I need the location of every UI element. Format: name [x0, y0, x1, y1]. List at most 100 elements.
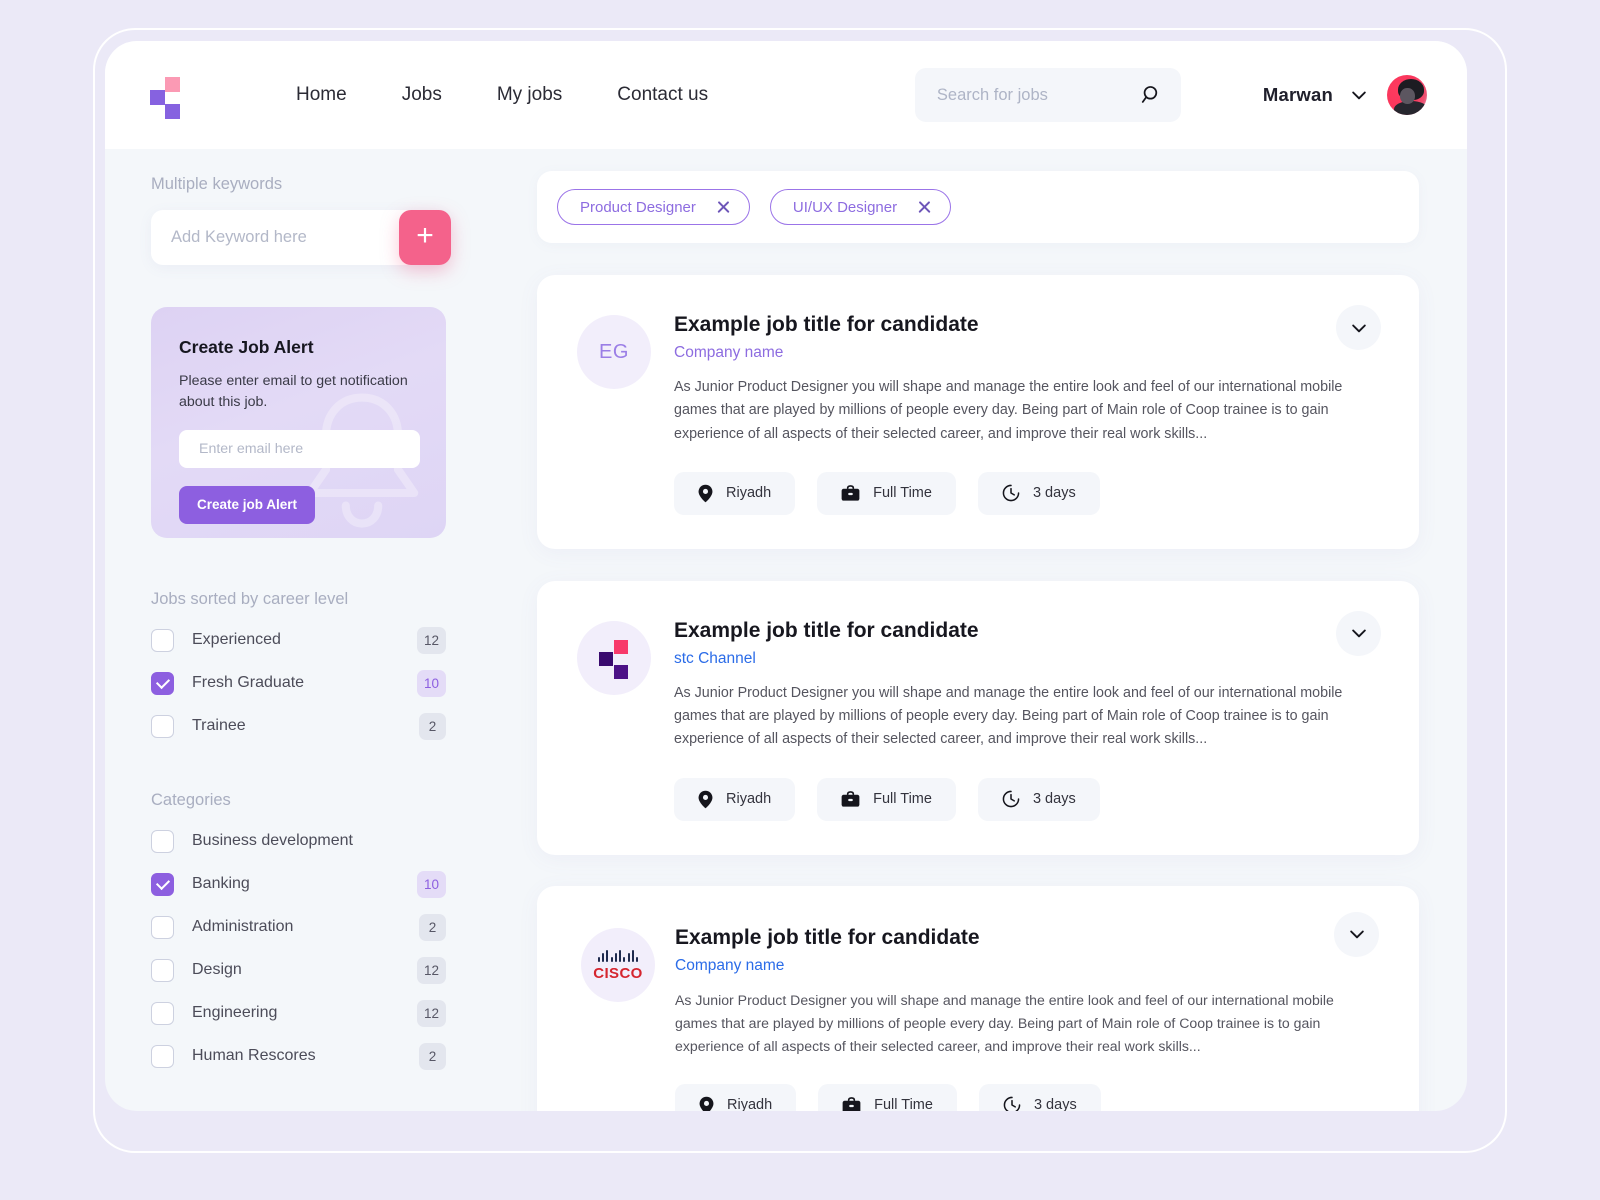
filter-count-badge: 12	[416, 999, 446, 1027]
job-card-body: Example job title for candidate Company …	[655, 924, 1369, 1111]
company-name-link[interactable]: Company name	[675, 957, 1369, 975]
company-logo: EG	[577, 315, 651, 389]
job-card-body: Example job title for candidate stc Chan…	[651, 617, 1364, 821]
stc-logo-icon	[597, 639, 631, 679]
filter-tag-label: UI/UX Designer	[792, 198, 898, 216]
career-level-label: Jobs sorted by career level	[151, 590, 349, 608]
job-meta-chips: Riyadh Full Time 3 days	[674, 777, 1364, 821]
job-card[interactable]: EG Example job title for candidate Compa…	[537, 275, 1419, 549]
chip-location[interactable]: Riyadh	[674, 471, 796, 515]
create-job-alert-card: Create Job Alert Please enter email to g…	[151, 307, 446, 538]
filter-count-badge: 10	[416, 669, 446, 697]
job-card[interactable]: CISCO Example job title for candidate Co…	[537, 885, 1419, 1111]
filter-row-administration[interactable]: Administration 2	[151, 912, 446, 942]
close-icon[interactable]	[716, 200, 731, 215]
chip-location[interactable]: Riyadh	[674, 777, 796, 821]
checkbox-fresh-graduate[interactable]	[151, 671, 174, 695]
chip-location[interactable]: Riyadh	[675, 1083, 797, 1111]
job-card[interactable]: Example job title for candidate stc Chan…	[537, 580, 1419, 855]
search-box[interactable]: Search for jobs	[914, 68, 1181, 122]
chip-posted-time[interactable]: 3 days	[978, 1083, 1101, 1111]
add-keyword-button[interactable]: +	[399, 210, 451, 265]
filter-count-badge: 2	[419, 913, 446, 941]
filter-count-badge: 2	[419, 1042, 446, 1070]
active-filter-tags-bar: Product Designer UI/UX Designer	[537, 171, 1419, 243]
clock-icon	[1002, 485, 1020, 502]
briefcase-icon	[841, 790, 860, 807]
chip-posted-time[interactable]: 3 days	[977, 471, 1100, 515]
close-icon[interactable]	[917, 200, 932, 215]
app-window: Home Jobs My jobs Contact us Search for …	[105, 41, 1467, 1111]
clock-icon	[1002, 790, 1020, 808]
categories-filter-group: Categories Business development Banking …	[151, 791, 505, 1071]
job-description: As Junior Product Designer you will shap…	[674, 684, 1343, 748]
checkbox-engineering[interactable]	[151, 1001, 174, 1025]
location-pin-icon	[699, 1096, 714, 1111]
email-field[interactable]: Enter email here	[179, 429, 420, 468]
expand-job-button[interactable]	[1336, 305, 1381, 350]
filters-sidebar: Multiple keywords Add Keyword here + Cre…	[105, 149, 505, 1111]
nav-item-home[interactable]: Home	[296, 78, 347, 112]
job-description: As Junior Product Designer you will shap…	[675, 991, 1334, 1054]
filter-label: Trainee	[192, 717, 246, 734]
checkbox-human-rescores[interactable]	[151, 1044, 174, 1068]
filter-row-experienced[interactable]: Experienced 12	[151, 625, 446, 655]
chip-label: Full Time	[873, 791, 932, 808]
filter-row-trainee[interactable]: Trainee 2	[151, 711, 446, 741]
chevron-down-icon	[1351, 629, 1366, 638]
keyword-input-row: Add Keyword here +	[151, 210, 451, 265]
job-results-area: Product Designer UI/UX Designer EG Examp…	[505, 149, 1467, 1111]
search-icon[interactable]	[1141, 84, 1163, 106]
avatar[interactable]	[1387, 75, 1427, 115]
search-input[interactable]: Search for jobs	[937, 86, 1141, 105]
job-title[interactable]: Example job title for candidate	[674, 619, 1364, 643]
plus-icon: +	[416, 219, 434, 252]
checkbox-trainee[interactable]	[151, 714, 174, 738]
page-content: Multiple keywords Add Keyword here + Cre…	[105, 149, 1467, 1111]
create-job-alert-button[interactable]: Create job Alert	[179, 485, 315, 524]
clock-icon	[1003, 1096, 1021, 1111]
filter-tag-product-designer[interactable]: Product Designer	[557, 189, 750, 225]
expand-job-button[interactable]	[1334, 911, 1379, 957]
filter-row-business-development[interactable]: Business development	[151, 826, 446, 856]
chevron-down-icon	[1351, 324, 1366, 332]
company-logo: CISCO	[581, 927, 655, 1002]
user-profile-menu[interactable]: Marwan	[1263, 75, 1427, 115]
nav-item-contact-us[interactable]: Contact us	[617, 78, 708, 112]
chip-posted-time[interactable]: 3 days	[977, 777, 1100, 821]
filter-row-banking[interactable]: Banking 10	[151, 869, 446, 899]
app-logo-icon[interactable]	[149, 77, 183, 119]
company-name-link[interactable]: Company name	[674, 344, 1364, 362]
filter-row-fresh-graduate[interactable]: Fresh Graduate 10	[151, 668, 446, 698]
checkbox-business-development[interactable]	[151, 829, 174, 853]
categories-label: Categories	[151, 791, 231, 809]
checkbox-design[interactable]	[151, 958, 174, 982]
nav-item-jobs[interactable]: Jobs	[402, 78, 442, 112]
job-title[interactable]: Example job title for candidate	[674, 313, 1364, 337]
filter-row-engineering[interactable]: Engineering 12	[151, 998, 446, 1028]
filter-label: Human Rescores	[192, 1047, 316, 1064]
company-logo	[577, 620, 651, 695]
job-alert-title: Create Job Alert	[179, 337, 314, 357]
job-title[interactable]: Example job title for candidate	[675, 926, 1369, 950]
filter-count-badge: 12	[416, 956, 446, 984]
company-name-link[interactable]: stc Channel	[674, 650, 1364, 668]
checkbox-experienced[interactable]	[151, 628, 174, 652]
chip-label: 3 days	[1032, 485, 1076, 502]
chip-job-type[interactable]: Full Time	[817, 777, 956, 821]
company-initials: EG	[599, 340, 629, 363]
chevron-down-icon[interactable]	[1349, 85, 1369, 105]
chevron-down-icon	[1349, 930, 1364, 939]
chip-job-type[interactable]: Full Time	[818, 1083, 957, 1111]
filter-row-human-rescores[interactable]: Human Rescores 2	[151, 1041, 446, 1071]
checkbox-administration[interactable]	[151, 915, 174, 939]
chip-job-type[interactable]: Full Time	[817, 471, 956, 515]
job-alert-description: Please enter email to get notification a…	[179, 373, 408, 411]
expand-job-button[interactable]	[1336, 610, 1381, 656]
nav-item-my-jobs[interactable]: My jobs	[497, 78, 562, 112]
checkbox-banking[interactable]	[151, 872, 174, 896]
filter-tag-uiux-designer[interactable]: UI/UX Designer	[769, 189, 952, 225]
filter-row-design[interactable]: Design 12	[151, 955, 446, 985]
main-navigation: Home Jobs My jobs Contact us	[296, 78, 708, 112]
chip-label: Riyadh	[726, 791, 772, 808]
